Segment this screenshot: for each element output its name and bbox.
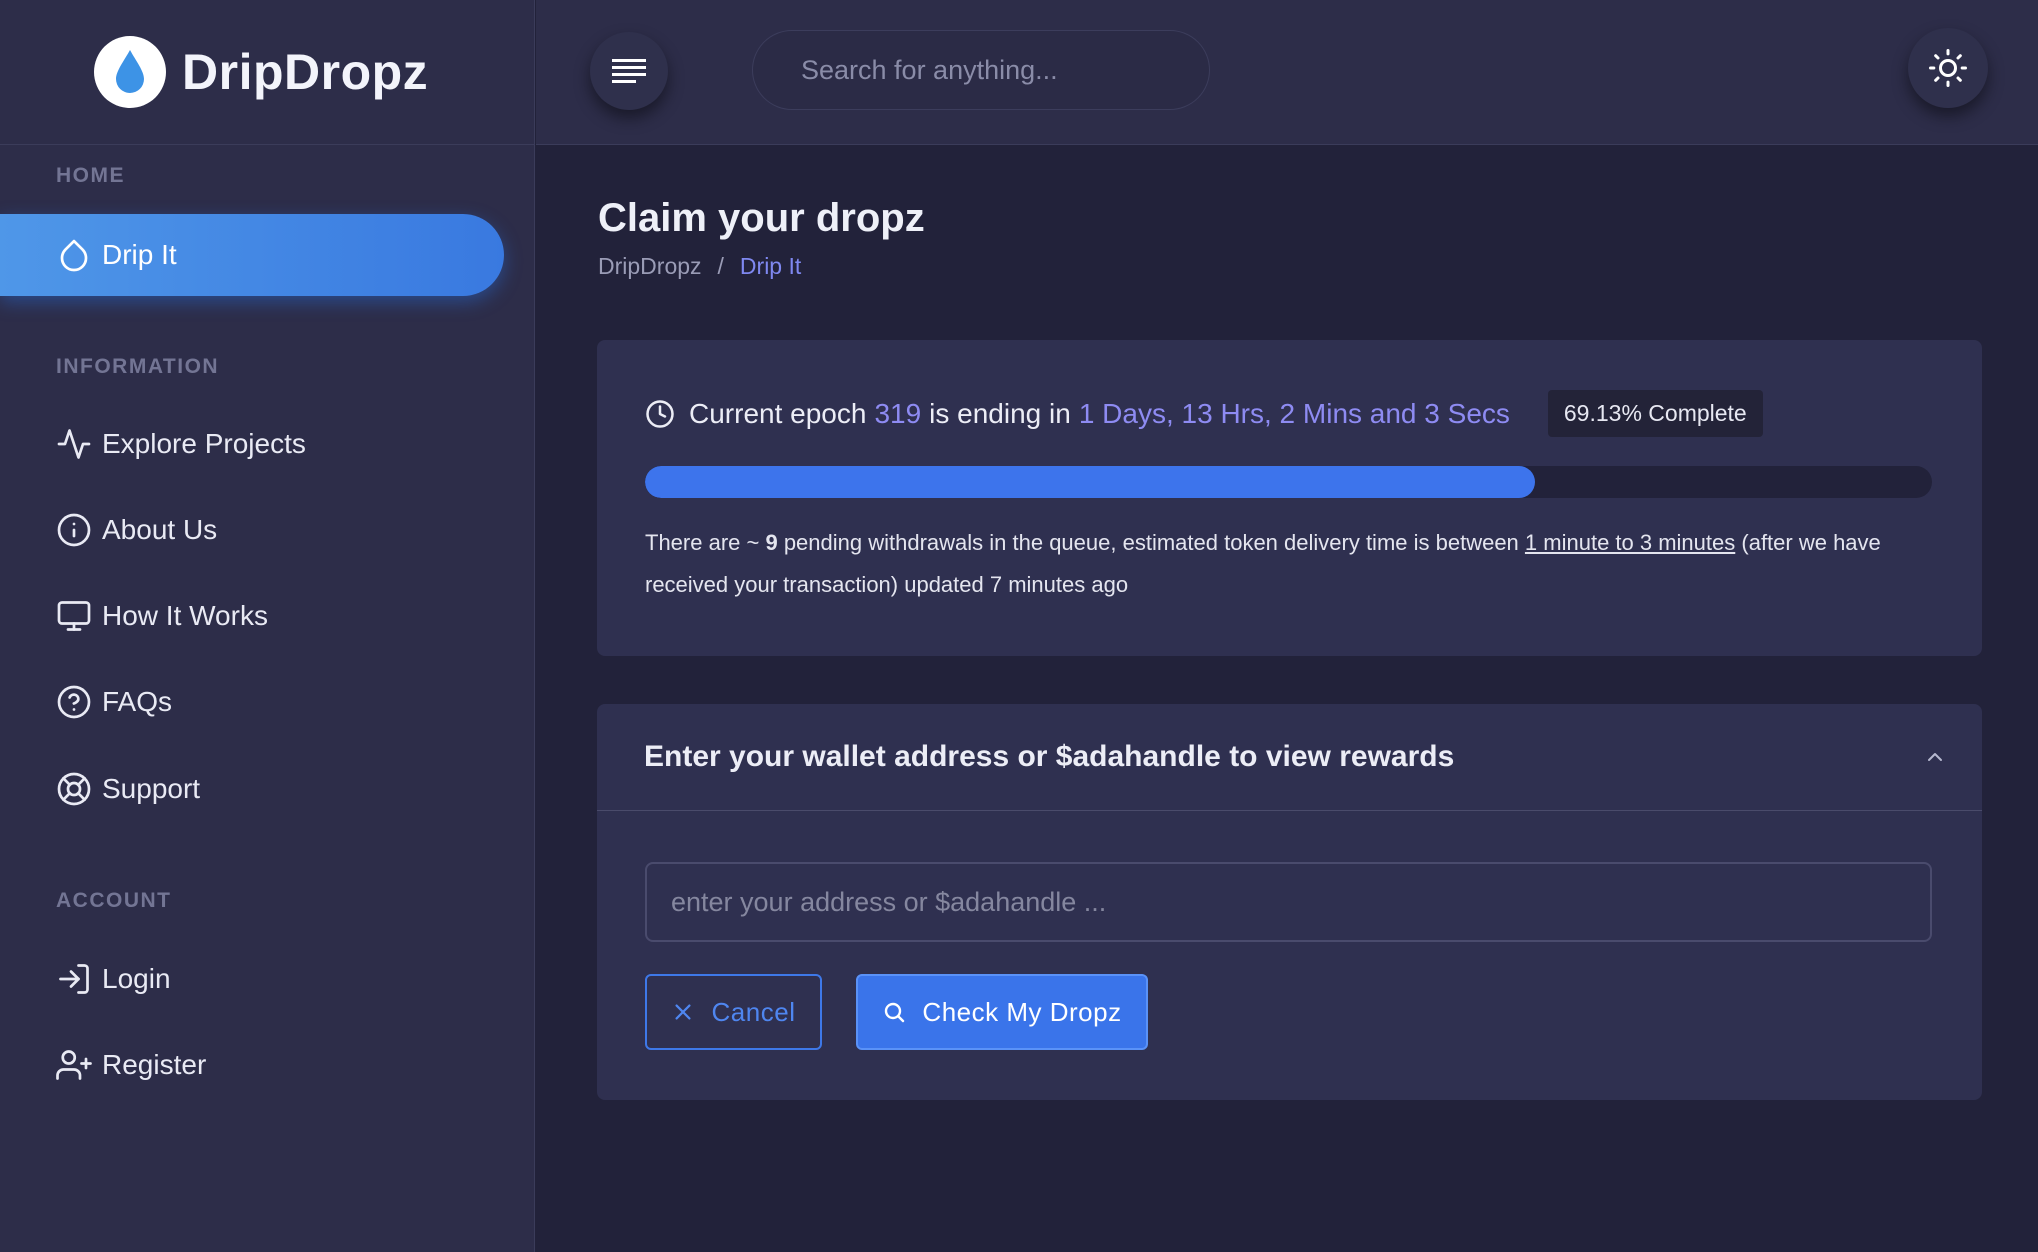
sidebar-item-register[interactable]: Register [56,1047,206,1083]
delivery-time-link[interactable]: 1 minute to 3 minutes [1525,530,1735,555]
sidebar-item-drip-it[interactable]: Drip It [0,214,504,296]
droplet-icon [60,239,88,272]
section-label-information: INFORMATION [56,355,220,378]
activity-icon [57,429,91,459]
wallet-address-input[interactable] [645,862,1932,942]
epoch-progress-fill [645,466,1535,498]
collapse-button[interactable] [1918,740,1952,774]
brand-name: DripDropz [182,44,429,100]
epoch-prefix: Current epoch [689,397,867,429]
user-plus-icon [56,1050,92,1080]
help-circle-icon [57,685,91,719]
wallet-card-title: Enter your wallet address or $adahandle … [644,740,1455,773]
sidebar-item-label: FAQs [102,686,173,717]
sidebar-item-label: Login [102,963,171,994]
sidebar-item-label: Support [102,773,201,804]
queue-info: There are ~ 9 pending withdrawals in the… [645,522,1935,606]
life-buoy-icon [57,772,91,806]
search-icon [885,1002,905,1023]
epoch-number: 319 [874,397,922,429]
info-icon [57,513,91,547]
close-icon [675,1004,691,1020]
section-label-home: HOME [56,164,125,187]
chevron-up-icon [1928,753,1942,761]
wallet-card-header: Enter your wallet address or $adahandle … [597,704,1982,811]
epoch-card: Current epoch 319 is ending in 1 Days, 1… [597,340,1982,656]
sidebar-item-login[interactable]: Login [56,961,171,997]
sidebar-item-label: Drip It [102,239,177,270]
wallet-card: Enter your wallet address or $adahandle … [597,704,1982,1100]
menu-icon [612,59,646,83]
sidebar-item-label: Explore Projects [102,428,306,459]
epoch-complete-badge: 69.13% Complete [1547,390,1763,437]
breadcrumb: DripDropz / Drip It [598,253,801,280]
sidebar-item-label: Register [102,1049,207,1080]
sidebar-item-label: How It Works [102,600,268,631]
menu-toggle-button[interactable] [590,32,668,110]
check-my-dropz-button[interactable]: Check My Dropz [856,974,1148,1050]
sidebar-item-explore-projects[interactable]: Explore Projects [56,426,306,462]
sidebar-item-faqs[interactable]: FAQs [56,684,172,720]
sidebar-item-support[interactable]: Support [56,771,200,807]
sidebar-item-how-it-works[interactable]: How It Works [56,598,268,634]
log-in-icon [59,964,89,994]
queue-text-part1: There are ~ [645,530,766,555]
queue-count: 9 [765,530,778,555]
topbar [536,0,2038,145]
check-label: Check My Dropz [922,996,1122,1027]
search-input[interactable] [752,30,1210,110]
breadcrumb-separator: / [717,253,724,279]
epoch-progress-bar [645,466,1932,498]
cancel-button[interactable]: Cancel [645,974,822,1050]
theme-toggle-button[interactable] [1908,28,1988,108]
epoch-status: Current epoch 319 is ending in 1 Days, 1… [645,390,1763,437]
section-label-account: ACCOUNT [56,889,172,912]
breadcrumb-current[interactable]: Drip It [740,253,801,280]
water-drop-icon [94,36,166,108]
monitor-icon [57,601,91,631]
queue-text-part2: pending withdrawals in the queue, estima… [777,530,1525,555]
sidebar-item-label: About Us [102,514,218,545]
epoch-remaining: 1 Days, 13 Hrs, 2 Mins and 3 Secs [1078,397,1510,429]
breadcrumb-root[interactable]: DripDropz [598,253,702,280]
cancel-label: Cancel [711,996,796,1027]
sidebar-item-about-us[interactable]: About Us [56,512,217,548]
clock-icon [646,399,674,428]
epoch-middle: is ending in [929,397,1071,429]
brand[interactable]: DripDropz [0,0,534,145]
sun-icon [1929,49,1967,87]
sidebar: DripDropz HOME Drip It INFORMATION Explo… [0,0,535,1252]
page-title: Claim your dropz [598,196,925,240]
